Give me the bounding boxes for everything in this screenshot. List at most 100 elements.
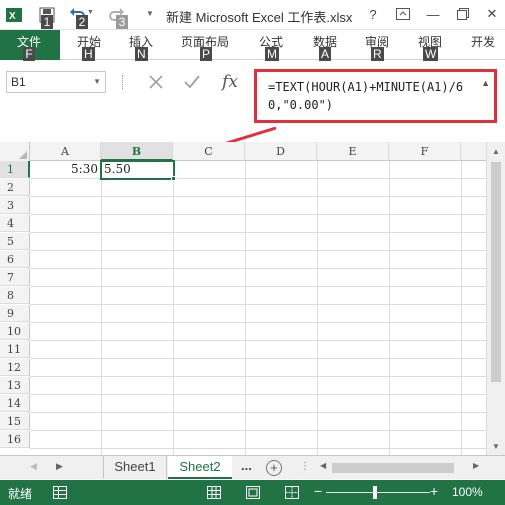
tab-developer[interactable]: 开发 (471, 30, 505, 60)
name-box[interactable]: B1 ▼ (6, 71, 106, 93)
page-layout-view-icon[interactable] (245, 485, 261, 500)
row-header-5[interactable]: 5 (0, 233, 30, 250)
row-header-16[interactable]: 16 (0, 431, 30, 448)
tab-review[interactable]: 审阅 R (365, 30, 395, 61)
help-button[interactable]: ? (362, 4, 384, 24)
cell-gridlines (30, 161, 486, 455)
sheet-tab-bar: ◀ ▶ Sheet1 Sheet2 ... + ⋮ ◀ ▶ (0, 455, 505, 479)
cell-a1[interactable]: 5:30 (30, 161, 101, 178)
active-cell-border (100, 160, 175, 180)
name-box-dropdown-icon[interactable]: ▼ (93, 72, 101, 92)
row-header-10[interactable]: 10 (0, 323, 30, 340)
macro-record-icon[interactable] (52, 485, 68, 500)
row-header-6[interactable]: 6 (0, 251, 30, 268)
next-sheet-icon[interactable]: ▶ (56, 461, 63, 472)
keytip-undo: 2 (76, 15, 88, 29)
keytip-home: H (82, 47, 95, 61)
sheet-tab-sheet1[interactable]: Sheet1 (103, 456, 167, 479)
formula-input[interactable]: =TEXT(HOUR(A1)+MINUTE(A1)/60,"0.00") ▲ (254, 69, 497, 123)
row-header-7[interactable]: 7 (0, 269, 30, 286)
page-break-preview-icon[interactable] (284, 485, 300, 500)
column-header-d[interactable]: D (245, 142, 317, 161)
vertical-scroll-thumb[interactable] (491, 162, 501, 382)
row-header-1[interactable]: 1 (0, 161, 30, 178)
svg-text:X: X (9, 11, 16, 22)
excel-logo-icon: X (5, 6, 23, 24)
row-header-3[interactable]: 3 (0, 197, 30, 214)
column-header-a[interactable]: A (30, 142, 101, 161)
row-header-14[interactable]: 14 (0, 395, 30, 412)
keytip-file: F (23, 47, 35, 61)
close-button[interactable]: ✕ (481, 4, 503, 24)
more-sheets-button[interactable]: ... (241, 458, 252, 473)
keytip-insert: N (135, 47, 148, 61)
formula-bar: B1 ▼ fx =TEXT(HOUR(A1)+MINUTE(A1)/60,"0.… (0, 61, 505, 142)
scroll-down-icon[interactable]: ▼ (492, 442, 500, 451)
previous-sheet-icon[interactable]: ◀ (30, 461, 37, 472)
row-header-15[interactable]: 15 (0, 413, 30, 430)
zoom-slider[interactable] (326, 492, 430, 493)
horizontal-scrollbar[interactable]: ◀ ▶ (318, 460, 486, 475)
row-header-12[interactable]: 12 (0, 359, 30, 376)
row-header-11[interactable]: 11 (0, 341, 30, 358)
tab-formulas[interactable]: 公式 M (259, 30, 289, 61)
collapse-formula-bar-icon[interactable]: ▲ (481, 78, 490, 88)
cancel-icon[interactable] (144, 71, 168, 93)
undo-dropdown-icon[interactable]: ▼ (87, 9, 94, 16)
row-header-8[interactable]: 8 (0, 287, 30, 304)
zoom-in-button[interactable]: + (430, 483, 438, 499)
customize-toolbar-icon[interactable]: ▼ (146, 9, 154, 18)
keytip-redo: 3 (116, 15, 128, 29)
status-text: 就绪 (8, 487, 33, 501)
vertical-scrollbar[interactable]: ▲ ▼ (486, 142, 505, 455)
scroll-right-icon[interactable]: ▶ (473, 461, 479, 470)
tab-view[interactable]: 视图 W (418, 30, 448, 61)
keytip-formulas: M (265, 47, 279, 61)
tab-split-handle[interactable]: ⋮ (300, 461, 310, 472)
formula-text: =TEXT(HOUR(A1)+MINUTE(A1)/60,"0.00") (268, 80, 464, 112)
row-header-13[interactable]: 13 (0, 377, 30, 394)
select-all-button[interactable] (0, 142, 30, 161)
window-title: 新建 Microsoft Excel 工作表.xlsx - Excel (166, 10, 354, 25)
keytip-review: R (371, 47, 384, 61)
sheet-tab-sheet2[interactable]: Sheet2 (168, 456, 232, 479)
zoom-level[interactable]: 100% (452, 485, 483, 499)
ribbon-tabs: 文件 F 开始 H 插入 N 页面布局 P 公式 M 数据 A 审阅 R 视图 … (0, 30, 505, 61)
splitter-handle[interactable] (122, 75, 124, 89)
add-sheet-button[interactable]: + (266, 460, 282, 476)
normal-view-icon[interactable] (206, 485, 222, 500)
minimize-button[interactable]: — (422, 4, 444, 24)
fill-handle[interactable] (171, 176, 176, 181)
ribbon-display-options-icon[interactable] (392, 4, 414, 24)
keytip-data: A (319, 47, 332, 61)
scroll-up-icon[interactable]: ▲ (492, 147, 500, 156)
restore-icon[interactable] (452, 4, 474, 24)
keytip-view: W (423, 47, 439, 61)
tab-page-layout[interactable]: 页面布局 P (181, 30, 235, 61)
enter-icon[interactable] (180, 71, 204, 93)
column-header-f[interactable]: F (389, 142, 461, 161)
row-header-9[interactable]: 9 (0, 305, 30, 322)
tab-data[interactable]: 数据 A (313, 30, 343, 61)
scroll-left-icon[interactable]: ◀ (320, 461, 326, 470)
spreadsheet-grid: A B C D E F 1 2 3 4 5 6 7 8 9 10 11 12 1… (0, 142, 486, 455)
column-header-c[interactable]: C (173, 142, 245, 161)
tab-insert[interactable]: 插入 N (129, 30, 159, 61)
tab-label: 开发 (471, 35, 496, 49)
title-bar: X 1 ▼ 2 3 ▼ 新建 Microsoft Excel 工作表.xlsx … (0, 0, 505, 30)
zoom-slider-thumb[interactable] (373, 486, 377, 499)
status-bar: 就绪 − + 100% (0, 480, 505, 505)
row-header-2[interactable]: 2 (0, 179, 30, 196)
keytip-save: 1 (41, 15, 53, 29)
horizontal-scroll-thumb[interactable] (332, 463, 454, 473)
column-header-e[interactable]: E (317, 142, 389, 161)
zoom-out-button[interactable]: − (314, 483, 322, 499)
row-header-4[interactable]: 4 (0, 215, 30, 232)
tab-home[interactable]: 开始 H (77, 30, 107, 61)
keytip-page-layout: P (200, 47, 213, 61)
column-header-b[interactable]: B (101, 142, 173, 161)
insert-function-button[interactable]: fx (216, 71, 244, 93)
column-header-row: A B C D E F (0, 142, 486, 161)
tab-file[interactable]: 文件 F (0, 30, 60, 61)
column-header-g[interactable] (461, 142, 486, 161)
